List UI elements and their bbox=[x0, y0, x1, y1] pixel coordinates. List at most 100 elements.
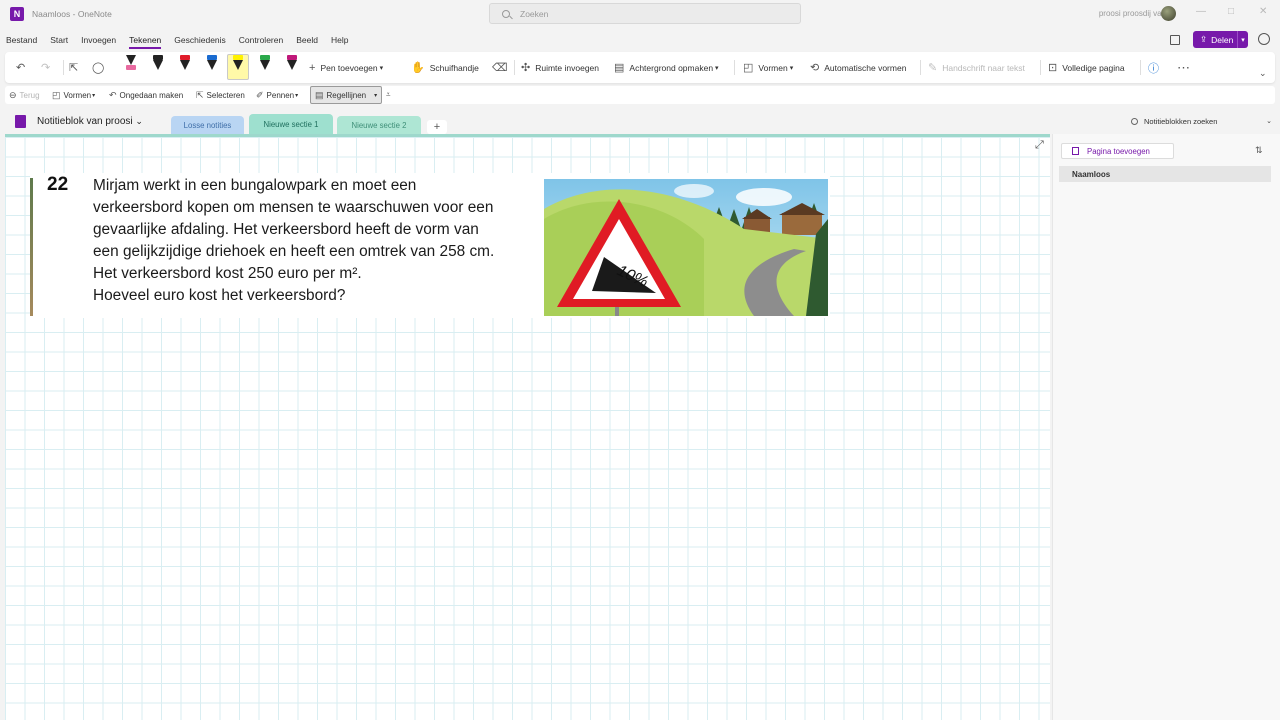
road-sign-illustration: 10% bbox=[544, 179, 828, 316]
ruled-lines-button[interactable]: ▤ Regellijnen ▾ bbox=[310, 86, 383, 104]
customize-toolbar-icon[interactable]: ⩡ bbox=[386, 86, 394, 104]
draw-ribbon: ↶ ↷ ⇱ ◯ + Pen toevoegen ▾ ✋ Schuifhandje ⌫ … bbox=[5, 52, 1275, 83]
chevron-down-icon[interactable]: ⌄ bbox=[1259, 58, 1272, 89]
shapes-icon: ◰ bbox=[743, 62, 754, 74]
question-line: gevaarlijke afdaling. Het verkeersbord h… bbox=[93, 221, 479, 238]
menu-item-help[interactable]: Help bbox=[331, 35, 348, 45]
notebook-search[interactable]: Notitieblokken zoeken ⌄ bbox=[1126, 114, 1276, 128]
shapes-icon: ◰ bbox=[52, 89, 61, 100]
pen-red-icon[interactable] bbox=[178, 55, 192, 77]
onenote-logo-icon: N bbox=[10, 7, 24, 21]
pen-tip bbox=[287, 60, 297, 70]
onenote-window: N Naamloos - OneNote Zoeken proosi proos… bbox=[0, 0, 1280, 720]
add-page-icon bbox=[1072, 147, 1079, 155]
divider bbox=[514, 60, 515, 75]
ink-to-text-button[interactable]: ✎ Handschrift naar tekst bbox=[928, 52, 1025, 83]
menu-item-start[interactable]: Start bbox=[50, 35, 68, 45]
pen-tip bbox=[126, 55, 136, 65]
question-line: een gelijkzijdige driehoek en heeft een … bbox=[93, 243, 495, 260]
pages-pane: Pagina toevoegen ⇅ Naamloos bbox=[1052, 134, 1280, 720]
pen-black-1-icon[interactable] bbox=[151, 55, 165, 77]
undo-icon: ↶ bbox=[109, 89, 117, 100]
notebook-bar: Notitieblok van proosi ⌄ Losse notities N… bbox=[0, 112, 1280, 134]
full-page-icon: ⊡ bbox=[1048, 62, 1058, 74]
pen-tip bbox=[233, 60, 243, 70]
add-section-button[interactable]: + bbox=[427, 120, 447, 134]
pens-dropdown[interactable]: ✐ Pennen ▾ bbox=[256, 86, 298, 104]
window-title: Naamloos - OneNote bbox=[32, 9, 112, 19]
maximize-icon[interactable]: □ bbox=[1228, 6, 1234, 17]
add-pen-button[interactable]: + Pen toevoegen ▾ bbox=[309, 52, 383, 83]
pen-blue-icon[interactable] bbox=[205, 55, 219, 77]
user-name[interactable]: proosi proosdij van bbox=[1099, 9, 1166, 18]
scan-edge bbox=[30, 178, 33, 316]
notebook-view-icon[interactable] bbox=[1170, 35, 1180, 45]
select-pointer-icon[interactable]: ⇱ bbox=[69, 52, 83, 83]
pen-black-pink-icon[interactable] bbox=[124, 55, 138, 77]
page-background-icon: ▤ bbox=[614, 62, 625, 74]
pen-tip bbox=[180, 60, 190, 70]
eraser-icon[interactable]: ⌫ bbox=[492, 52, 513, 83]
quick-toolbar: ⊖ Terug ◰ Vormen ▾ ↶ Ongedaan maken ⇱ Selecte… bbox=[5, 86, 1275, 104]
share-button[interactable]: ⇪ Delen ▾ bbox=[1193, 31, 1248, 48]
undo-button[interactable]: ↶ Ongedaan maken bbox=[109, 86, 183, 104]
question-text: Mirjam werkt in een bungalowpark en moet… bbox=[93, 175, 533, 307]
question-line: verkeersbord kopen om mensen te waarschu… bbox=[93, 199, 494, 216]
question-image[interactable]: 22 Mirjam werkt in een bungalowpark en m… bbox=[30, 173, 830, 318]
auto-shapes-button[interactable]: ⟲ Automatische vormen bbox=[810, 52, 906, 83]
help-icon[interactable]: ⓘ bbox=[1148, 52, 1164, 83]
redo-icon[interactable]: ↷ bbox=[41, 52, 55, 83]
menu-item-bestand[interactable]: Bestand bbox=[6, 35, 37, 45]
full-page-button[interactable]: ⊡ Volledige pagina bbox=[1048, 52, 1125, 83]
tab-section-1[interactable]: Losse notities bbox=[171, 116, 244, 134]
undo-icon[interactable]: ↶ bbox=[16, 52, 30, 83]
tab-section-3[interactable]: Nieuwe sectie 2 bbox=[337, 116, 421, 134]
insert-space-button[interactable]: ✣ Ruimte invoegen bbox=[521, 52, 599, 83]
activity-icon[interactable] bbox=[1258, 33, 1270, 45]
page-list-item[interactable]: Naamloos bbox=[1059, 166, 1271, 182]
sort-icon[interactable]: ⇅ bbox=[1255, 145, 1263, 156]
menu-item-geschiedenis[interactable]: Geschiedenis bbox=[174, 35, 226, 45]
hand-icon: ✋ bbox=[411, 62, 425, 74]
highlighter-yellow-icon[interactable] bbox=[227, 54, 249, 80]
pen-tip bbox=[153, 60, 163, 70]
notebook-switcher[interactable]: Notitieblok van proosi ⌄ bbox=[37, 116, 143, 127]
divider bbox=[920, 60, 921, 75]
close-icon[interactable]: ✕ bbox=[1259, 6, 1267, 17]
pen-tip bbox=[260, 60, 270, 70]
question-line: Het verkeersbord kost 250 euro per m². bbox=[93, 265, 362, 282]
pan-button[interactable]: ✋ Schuifhandje bbox=[411, 52, 479, 83]
pen-tip bbox=[207, 60, 217, 70]
search-input[interactable]: Zoeken bbox=[489, 3, 801, 24]
auto-shapes-icon: ⟲ bbox=[810, 62, 820, 74]
question-number: 22 bbox=[47, 174, 69, 195]
lasso-icon[interactable]: ◯ bbox=[92, 52, 109, 83]
background-button[interactable]: ▤ Achtergrond opmaken ▾ bbox=[614, 52, 719, 83]
pointer-icon: ⇱ bbox=[196, 89, 204, 100]
menu-item-beeld[interactable]: Beeld bbox=[296, 35, 318, 45]
expand-icon[interactable]: ⤢ bbox=[1035, 139, 1044, 152]
search-placeholder: Zoeken bbox=[520, 8, 549, 19]
more-options-icon[interactable]: ⋯ bbox=[1177, 52, 1195, 83]
road-sign-picture: 10% bbox=[544, 179, 828, 316]
chevron-down-icon[interactable]: ⌄ bbox=[1266, 117, 1272, 125]
shapes-button[interactable]: ◰ Vormen ▾ bbox=[743, 52, 793, 83]
pen-green-icon[interactable] bbox=[258, 55, 272, 77]
avatar[interactable] bbox=[1161, 6, 1176, 21]
shapes-dropdown[interactable]: ◰ Vormen ▾ bbox=[52, 86, 95, 104]
search-icon bbox=[502, 9, 510, 18]
divider bbox=[63, 60, 64, 75]
pen-purple-icon[interactable] bbox=[285, 55, 299, 77]
tab-section-2[interactable]: Nieuwe sectie 1 bbox=[249, 114, 333, 134]
chevron-down-icon[interactable]: ▾ bbox=[1237, 31, 1248, 48]
add-page-button[interactable]: Pagina toevoegen bbox=[1061, 143, 1174, 159]
notebook-icon bbox=[15, 115, 26, 128]
question-line: Hoeveel euro kost het verkeersbord? bbox=[93, 287, 346, 304]
menu-item-invoegen[interactable]: Invoegen bbox=[81, 35, 116, 45]
menu-item-controleren[interactable]: Controleren bbox=[239, 35, 283, 45]
plus-icon: + bbox=[309, 61, 316, 74]
back-button[interactable]: ⊖ Terug bbox=[9, 86, 40, 104]
menu-item-tekenen[interactable]: Tekenen bbox=[129, 35, 162, 49]
minimize-icon[interactable]: — bbox=[1196, 6, 1206, 17]
select-button[interactable]: ⇱ Selecteren bbox=[196, 86, 245, 104]
